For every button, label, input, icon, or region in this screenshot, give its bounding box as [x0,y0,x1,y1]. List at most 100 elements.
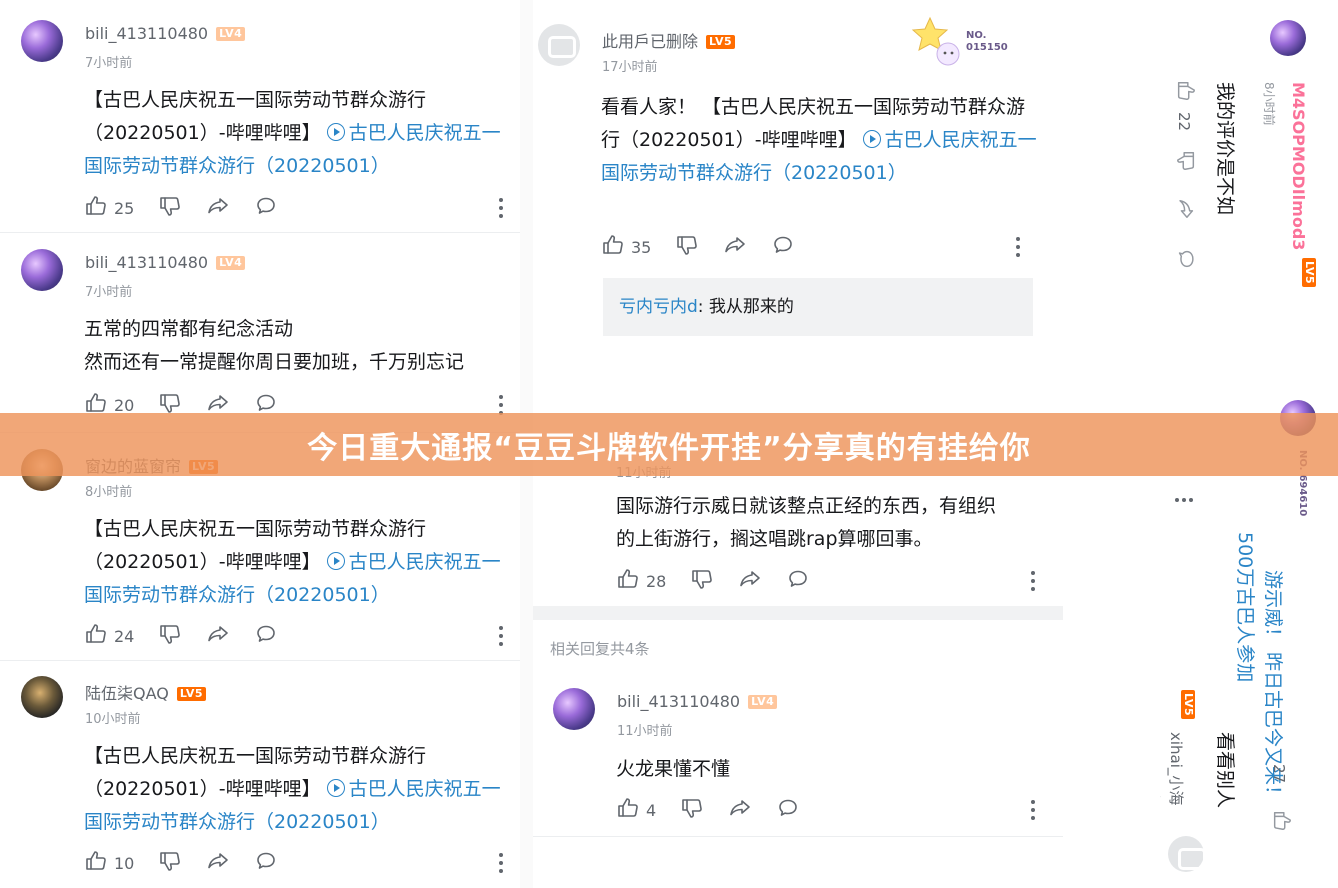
speech-bubble-icon [771,233,795,261]
avatar[interactable] [1270,20,1306,56]
dislike-button[interactable] [690,567,714,595]
comment-actions: 4 [616,798,824,822]
like-button[interactable]: 28 [616,567,666,595]
username[interactable]: xihai_小海 [1166,732,1187,805]
reply-button[interactable] [254,849,278,877]
replies-count-label: 相关回复共4条 [550,640,650,658]
comment-time: 7小时前 [85,285,133,300]
sticker-number-label: NO. 015150 [966,30,1008,53]
comment-line: 五常的四常都有纪念活动 [84,318,294,340]
dislike-button[interactable] [675,233,699,261]
like-button[interactable]: 24 [84,622,134,650]
thumbs-up-icon [616,796,640,824]
username-text: bili_413110480 [617,692,741,711]
like-count: 4 [646,800,657,820]
thumbs-down-icon [680,796,704,824]
comment-actions: 25 [84,196,302,220]
thumbs-down-icon[interactable] [1171,150,1197,172]
share-button[interactable] [723,233,747,261]
share-button[interactable] [738,567,762,595]
speech-bubble-icon [254,849,278,877]
username-text: 陆伍柒QAQ [85,684,169,703]
like-button[interactable]: 10 [84,849,134,877]
reply-button[interactable] [776,796,800,824]
reply-button[interactable] [786,567,810,595]
username[interactable]: 陆伍柒QAQ LV5 [85,680,207,704]
avatar[interactable] [1168,836,1206,872]
reply-button[interactable] [254,194,278,222]
comment-text: 火龙果懂不懂 [616,753,1046,786]
comment-line: 国际游行示威日就该整点正经的东西，有组织 [616,495,997,517]
reply-preview[interactable]: 亏内亏内d: 我从那来的 [603,278,1033,336]
more-options-button[interactable] [498,626,504,646]
username[interactable]: bili_413110480 LV4 [85,24,246,43]
video-link[interactable]: 500万古巴人参加 [1233,532,1260,682]
comment-text: 【古巴人民庆祝五一国际劳动节群众游行（20220501）-哔哩哔哩】 古巴人民庆… [84,84,509,183]
avatar[interactable] [538,24,580,66]
share-button[interactable] [206,622,230,650]
more-options-button[interactable] [498,853,504,873]
username[interactable]: bili_413110480 LV4 [85,253,246,272]
like-button[interactable]: 35 [601,233,651,261]
more-options-button[interactable] [498,198,504,218]
dislike-button[interactable] [680,796,704,824]
like-button[interactable]: 25 [84,194,134,222]
comment-divider [0,660,520,661]
more-options-button[interactable] [1015,237,1021,257]
like-count: 35 [631,237,652,257]
comment-divider [533,836,1063,837]
share-icon[interactable] [1171,198,1197,220]
speech-bubble-icon[interactable] [1171,248,1197,270]
more-options-button[interactable] [498,395,504,415]
comment-time: 17小时前 [602,60,658,75]
level-badge: LV5 [1181,690,1195,720]
dislike-button[interactable] [158,622,182,650]
thumbs-down-icon [675,233,699,261]
like-count: 20 [114,395,135,415]
level-badge: LV5 [1302,258,1316,288]
reply-button[interactable] [254,622,278,650]
level-badge: LV4 [216,27,246,41]
avatar[interactable] [21,20,63,62]
comment-line: 然而还有一常提醒你周日要加班，千万别忘记 [84,351,465,373]
more-options-button[interactable] [1030,800,1036,820]
reply-username[interactable]: 亏内亏内d [619,297,698,317]
share-icon [723,233,747,261]
more-options-button[interactable] [1030,571,1036,591]
like-count: 10 [114,853,135,873]
thumbs-up-icon[interactable] [1267,810,1293,832]
avatar[interactable] [553,688,595,730]
share-button[interactable] [728,796,752,824]
play-circle-icon [862,130,881,148]
share-button[interactable] [206,194,230,222]
dislike-button[interactable] [158,194,182,222]
username[interactable]: 此用戶已删除 LV5 [602,28,736,52]
reply-button[interactable] [771,233,795,261]
level-badge: LV5 [706,35,736,49]
comment-text: 看看人家！ 【古巴人民庆祝五一国际劳动节群众游行（20220501）-哔哩哔哩】… [601,91,1041,190]
share-icon [206,849,230,877]
dislike-button[interactable] [158,849,182,877]
comment-time: 7小时前 [85,56,133,71]
section-separator [533,606,1063,620]
like-count: 25 [114,198,135,218]
username-text: bili_413110480 [85,253,209,272]
avatar[interactable] [21,249,63,291]
username[interactable]: bili_413110480 LV4 [617,692,778,711]
speech-bubble-icon [254,194,278,222]
username-text: 此用戶已删除 [602,32,699,51]
level-badge: LV4 [216,256,246,270]
comment-time: 昨天 [1160,790,1163,814]
comment-actions: 35 [601,235,819,259]
share-button[interactable] [206,849,230,877]
level-badge: LV5 [176,687,207,701]
more-options-button[interactable] [1175,498,1193,502]
comment-actions: 10 [84,851,302,875]
headline-banner: 今日重大通报“豆豆斗牌软件开挂”分享真的有挂给你 [0,413,1338,476]
like-button[interactable]: 4 [616,796,656,824]
username[interactable]: M4SOPMODIlmod3 [1289,82,1308,250]
avatar[interactable] [21,676,63,718]
thumbs-up-icon[interactable] [1171,80,1197,102]
reply-text: : 我从那来的 [697,297,794,317]
headline-text: 今日重大通报“豆豆斗牌软件开挂”分享真的有挂给你 [307,430,1031,466]
